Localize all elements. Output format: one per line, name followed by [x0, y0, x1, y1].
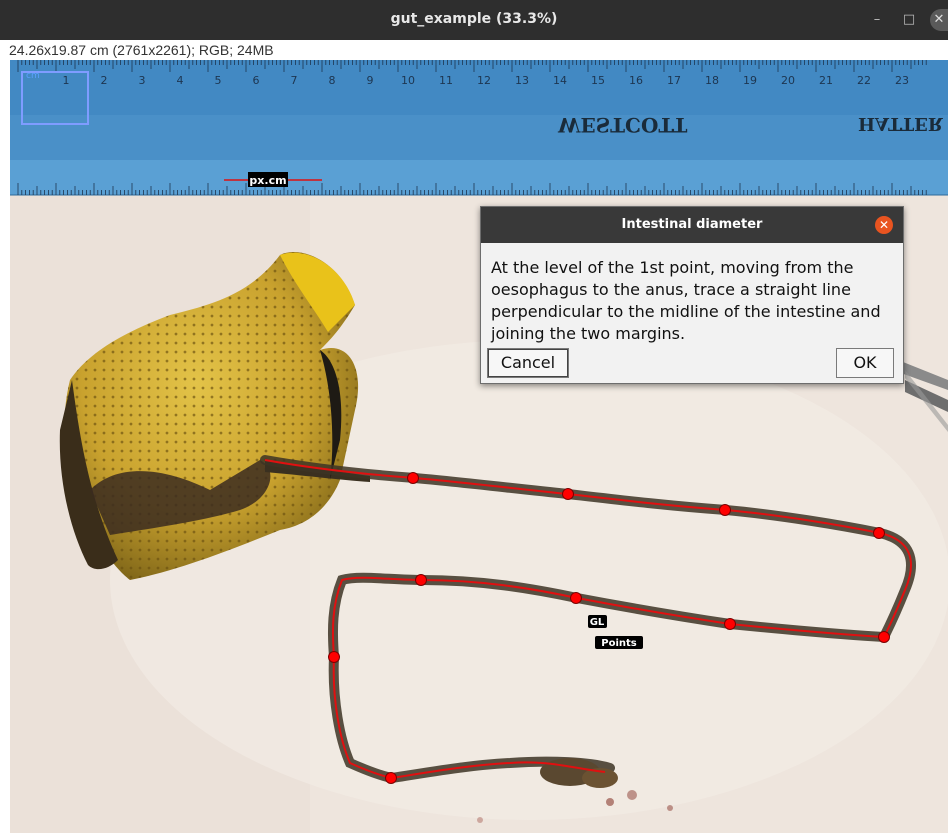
ruler-number: 14 [553, 74, 567, 87]
scale-label: px.cm [249, 174, 286, 187]
gut-point[interactable] [719, 504, 731, 516]
dialog-message: At the level of the 1st point, moving fr… [491, 258, 881, 343]
close-window-icon[interactable]: ✕ [930, 9, 948, 31]
image-info-bar: 24.26x19.87 cm (2761x2261); RGB; 24MB [0, 40, 948, 60]
ruler-number: 7 [291, 74, 298, 87]
gut-point[interactable] [570, 592, 582, 604]
ruler-number: 15 [591, 74, 605, 87]
ruler-number: 10 [401, 74, 415, 87]
ruler-number: 17 [667, 74, 681, 87]
dialog-title: Intestinal diameter [621, 217, 763, 232]
specimen-image[interactable]: 1 2 3 4 5 6 7 8 9 10 11 12 13 14 15 16 17 18 19 20 21 22 23 WE… [10, 60, 948, 833]
svg-text:cm: cm [26, 71, 40, 81]
ruler-number: 20 [781, 74, 795, 87]
ruler-number: 19 [743, 74, 757, 87]
ruler-number: 5 [215, 74, 222, 87]
ruler-brand: WESTCOTT [557, 113, 688, 137]
ruler-number: 6 [253, 74, 260, 87]
image-canvas[interactable]: 1 2 3 4 5 6 7 8 9 10 11 12 13 14 15 16 17 18 19 20 21 22 23 WE… [10, 60, 948, 833]
ruler: 1 2 3 4 5 6 7 8 9 10 11 12 13 14 15 16 17 18 19 20 21 22 23 WE… [10, 60, 948, 196]
ruler-number: 23 [895, 74, 909, 87]
gut-point[interactable] [328, 651, 340, 663]
gut-point[interactable] [385, 772, 397, 784]
ruler-number: 4 [177, 74, 184, 87]
ruler-number: 2 [101, 74, 108, 87]
image-info: 24.26x19.87 cm (2761x2261); RGB; 24MB [9, 42, 274, 58]
ruler-number: 3 [139, 74, 146, 87]
ruler-number: 13 [515, 74, 529, 87]
gut-point[interactable] [407, 472, 419, 484]
window-titlebar: gut_example (33.3%) – □ ✕ [0, 0, 948, 40]
gut-point[interactable] [878, 631, 890, 643]
ruler-number: 1 [63, 74, 70, 87]
gut-point[interactable] [724, 618, 736, 630]
ruler-number: 12 [477, 74, 491, 87]
ruler-number: 21 [819, 74, 833, 87]
window-title: gut_example (33.3%) [390, 11, 558, 27]
ruler-number: 16 [629, 74, 643, 87]
ruler-number: 22 [857, 74, 871, 87]
ok-button[interactable]: OK [836, 348, 894, 378]
cancel-button[interactable]: Cancel [487, 348, 569, 378]
maximize-icon[interactable]: □ [898, 9, 920, 31]
points-label: Points [601, 638, 637, 649]
ruler-number: 11 [439, 74, 453, 87]
gut-point[interactable] [562, 488, 574, 500]
gl-label: GL [590, 617, 605, 628]
gut-point[interactable] [873, 527, 885, 539]
ruler-number: 18 [705, 74, 719, 87]
ruler-number: 8 [329, 74, 336, 87]
dialog-header: Intestinal diameter ✕ [481, 207, 903, 243]
svg-text:HATTER: HATTER [858, 113, 944, 134]
gut-point[interactable] [415, 574, 427, 586]
ruler-number: 9 [367, 74, 374, 87]
minimize-icon[interactable]: – [866, 9, 888, 31]
intestinal-diameter-dialog: Intestinal diameter ✕ At the level of th… [480, 206, 904, 384]
close-icon[interactable]: ✕ [875, 216, 893, 234]
